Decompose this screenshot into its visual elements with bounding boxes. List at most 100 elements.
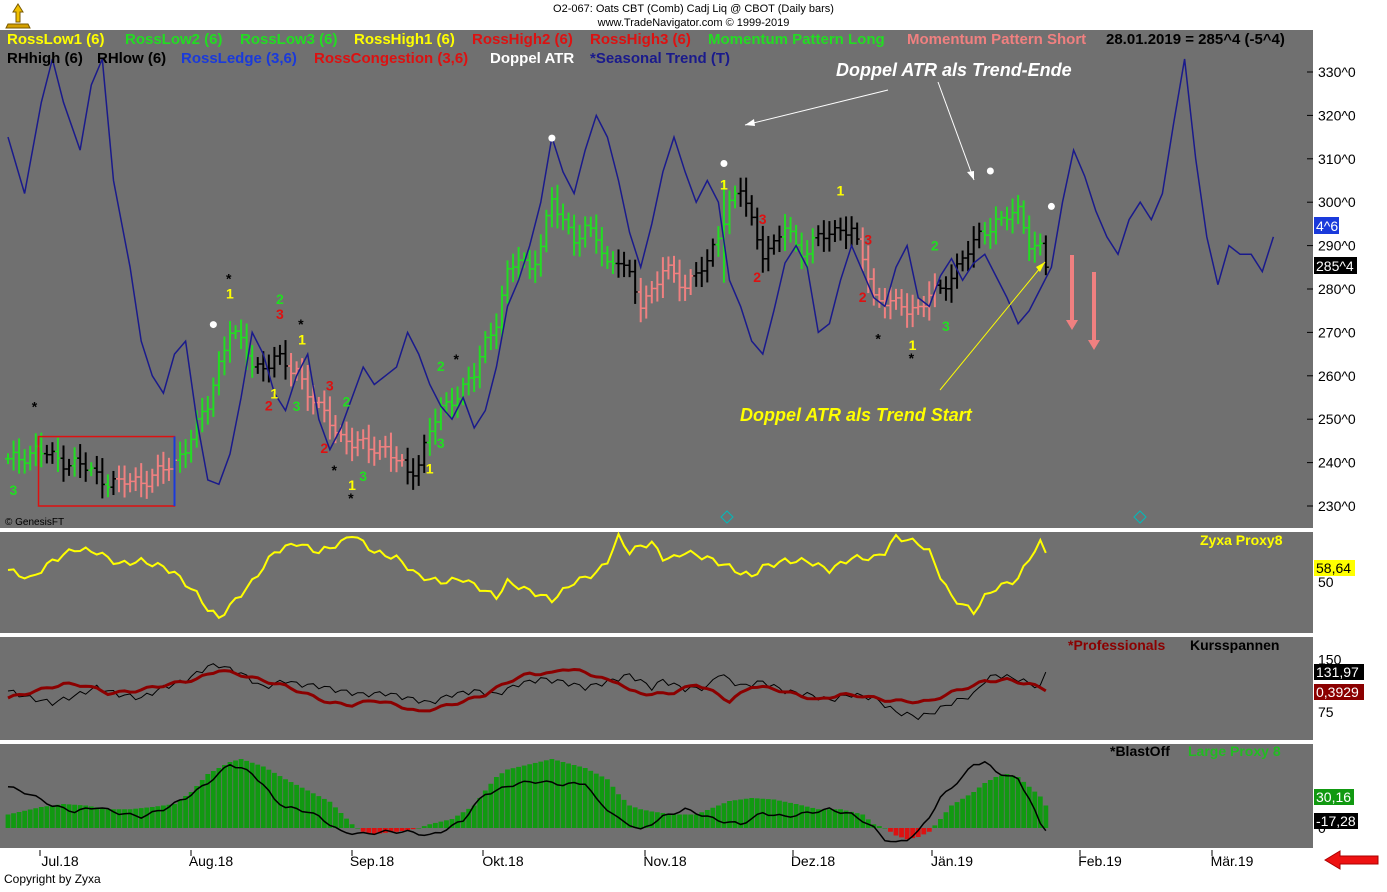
large-proxy-bar [827,809,832,828]
signal-marker: * [909,350,915,366]
signal-marker: 3 [437,435,445,451]
y-tick-label: 320^0 [1318,107,1356,123]
legend-item: RHlow (6) [97,50,167,67]
y-tick-label: 240^0 [1318,455,1356,471]
large-proxy-bar [222,765,227,828]
signal-marker: * [331,462,337,478]
doppel-atr-dot [1047,202,1055,210]
doppel-atr-dot [548,134,556,142]
x-tick-label: Sep.18 [350,853,395,869]
signal-marker: * [226,270,232,286]
y-tick-label: 250^0 [1318,411,1356,427]
large-proxy-bar [494,777,499,828]
large-proxy-bar [338,813,344,828]
professionals-last-value: 0,3929 [1316,684,1359,700]
large-proxy-bar [410,828,416,830]
signal-marker: 2 [931,237,939,253]
large-proxy-bar [699,812,705,828]
large-proxy-bar [266,769,272,828]
zyxa-last-value: 58,64 [1316,560,1351,576]
signal-marker: 2 [343,394,351,410]
large-proxy-bar [771,799,777,828]
large-proxy-bar [116,809,122,828]
legend-item: RossLow1 (6) [7,31,105,48]
y-tick-label: 310^0 [1318,151,1356,167]
large-proxy-bar [616,794,621,828]
large-proxy-bar [394,828,399,832]
signal-marker: 3 [942,318,950,334]
large-proxy-bar [366,828,372,833]
x-tick-label: Nov.18 [643,853,687,869]
value-tag-price-label: 285^4 [1316,258,1354,274]
large-proxy-bar [349,824,355,828]
large-proxy-bar [144,807,150,828]
large-proxy-bar [732,800,738,828]
large-proxy-bar [55,804,61,828]
large-proxy-bar [88,806,94,828]
blastoff-title: *BlastOff [1110,743,1170,759]
large-proxy-bar [94,807,100,828]
large-proxy-bar [16,812,22,828]
large-proxy-bar [33,808,39,828]
signal-marker: 3 [276,306,284,322]
legend-item: Momentum Pattern Long [708,31,885,48]
large-proxy-bar [893,828,899,836]
large-proxy-bar [882,828,888,829]
x-tick-label: Feb.19 [1078,853,1122,869]
large-proxy-bar [555,760,560,828]
signal-marker: 1 [720,177,728,193]
large-proxy-bar [949,805,954,828]
large-proxy-bar [22,810,28,828]
legend-item: RHhigh (6) [7,50,83,67]
kursspannen-title: Kursspannen [1190,637,1279,653]
large-proxy-bar [788,802,793,828]
x-tick-label: Aug.18 [189,853,234,869]
large-proxy-bar [11,813,16,828]
large-proxy-bar [721,803,727,828]
large-proxy-bar [549,759,555,828]
doppel-atr-dot [209,321,217,329]
left-red-arrow-icon [1324,850,1379,870]
large-proxy-bar [305,790,311,828]
legend-item: Momentum Pattern Short [907,31,1087,48]
large-proxy-bar [688,814,694,828]
large-proxy-bar [566,763,571,828]
signal-marker: 3 [293,398,301,414]
large-proxy-bar [1026,786,1032,828]
y-tick-label: 270^0 [1318,324,1356,340]
large-proxy-bar [149,807,155,828]
annotation-trend-start: Doppel ATR als Trend Start [740,405,972,425]
doppel-atr-dot [720,159,728,167]
large-proxy-bar [427,824,433,828]
large-proxy-bar [899,828,904,838]
signal-marker: * [32,399,38,415]
signal-marker: * [348,490,354,506]
large-proxy-bar [299,787,305,828]
large-proxy-bar [316,796,322,828]
large-proxy-bar [155,806,161,828]
zyxa-tick-label: 50 [1318,574,1334,590]
large-proxy-bar [505,769,510,828]
legend-item: RossHigh3 (6) [590,31,691,48]
large-proxy-bar [577,766,583,828]
large-proxy-bar [727,801,732,828]
large-proxy-bar [749,798,755,828]
chart-canvas: 230^0 240^0 250^0 260^0 270^0 280^0 290^0 300^0… [0,30,1387,870]
large-proxy-bar [716,805,721,828]
signal-marker: 2 [753,269,761,285]
large-proxy-bar [799,805,805,828]
large-proxy-bar [44,806,50,828]
large-proxy-bar [532,762,538,828]
large-proxy-bar [488,783,494,828]
signal-marker: 1 [226,286,234,302]
large-proxy-bar [921,828,927,835]
large-proxy-bar [926,828,932,832]
large-proxy-bar [521,765,527,828]
signal-marker: 3 [864,231,872,247]
prof-tick-label: 75 [1318,704,1334,720]
large-proxy-bar [821,809,827,828]
large-proxy-bar [510,768,516,828]
large-proxy-bar [5,814,11,828]
large-proxy-bar [543,760,549,828]
legend-item: RossLow2 (6) [125,31,223,48]
